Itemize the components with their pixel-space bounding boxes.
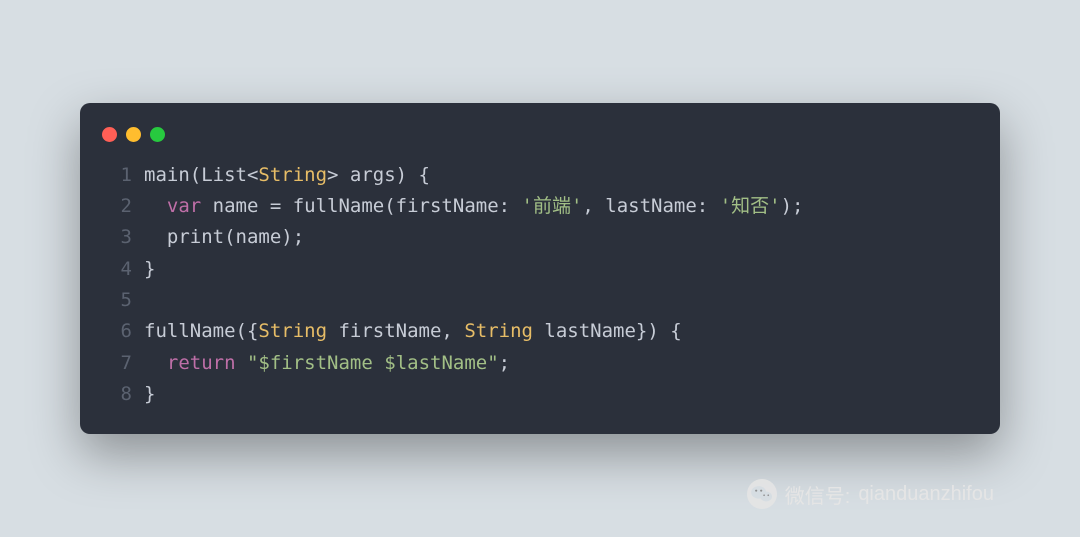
code-content: fullName({String firstName, String lastN…	[144, 316, 682, 347]
code-content: print(name);	[144, 222, 304, 253]
close-icon[interactable]	[102, 127, 117, 142]
token-text: > args) {	[327, 164, 430, 186]
minimize-icon[interactable]	[126, 127, 141, 142]
maximize-icon[interactable]	[150, 127, 165, 142]
code-line: 3 print(name);	[102, 222, 990, 253]
code-line: 7 return "$firstName $lastName";	[102, 348, 990, 379]
code-content: return "$firstName $lastName";	[144, 348, 510, 379]
token-text	[144, 352, 167, 374]
code-content: var name = fullName(firstName: '前端', las…	[144, 191, 803, 222]
token-text: lastName}) {	[533, 320, 682, 342]
code-content: }	[144, 254, 155, 285]
watermark-value: qianduanzhifou	[858, 483, 994, 506]
token-text	[236, 352, 247, 374]
code-line: 4}	[102, 254, 990, 285]
token-text: main(List<	[144, 164, 258, 186]
token-text: firstName,	[327, 320, 464, 342]
code-line: 6fullName({String firstName, String last…	[102, 316, 990, 347]
line-number: 7	[102, 348, 132, 379]
line-number: 8	[102, 379, 132, 410]
token-text: print(name);	[144, 226, 304, 248]
token-text: }	[144, 383, 155, 405]
line-number: 6	[102, 316, 132, 347]
watermark: 微信号: qianduanzhifou	[747, 479, 994, 509]
token-string: '前端'	[522, 195, 583, 217]
token-text: }	[144, 258, 155, 280]
token-text: ;	[499, 352, 510, 374]
token-keyword: return	[167, 352, 236, 374]
line-number: 5	[102, 285, 132, 316]
code-content: main(List<String> args) {	[144, 160, 430, 191]
line-number: 2	[102, 191, 132, 222]
token-keyword: var	[167, 195, 201, 217]
line-number: 1	[102, 160, 132, 191]
code-line: 8}	[102, 379, 990, 410]
token-type: String	[464, 320, 533, 342]
code-content: }	[144, 379, 155, 410]
line-number: 3	[102, 222, 132, 253]
code-line: 2 var name = fullName(firstName: '前端', l…	[102, 191, 990, 222]
token-text	[144, 195, 167, 217]
token-text: );	[781, 195, 804, 217]
wechat-icon	[747, 479, 777, 509]
token-string: '知否'	[720, 195, 781, 217]
token-text: name = fullName(firstName:	[201, 195, 521, 217]
token-type: String	[258, 320, 327, 342]
code-line: 1 main(List<String> args) {	[102, 160, 990, 191]
token-type: String	[258, 164, 327, 186]
token-text: , lastName:	[582, 195, 719, 217]
window-title-bar	[80, 121, 1000, 160]
watermark-label: 微信号:	[785, 480, 851, 509]
token-string: "$firstName $lastName"	[247, 352, 499, 374]
code-editor-window: 1main(List<String> args) {2 var name = f…	[80, 103, 1000, 435]
code-area: 1main(List<String> args) {2 var name = f…	[80, 160, 1000, 411]
line-number: 4	[102, 254, 132, 285]
token-text: fullName({	[144, 320, 258, 342]
code-line: 5	[102, 285, 990, 316]
